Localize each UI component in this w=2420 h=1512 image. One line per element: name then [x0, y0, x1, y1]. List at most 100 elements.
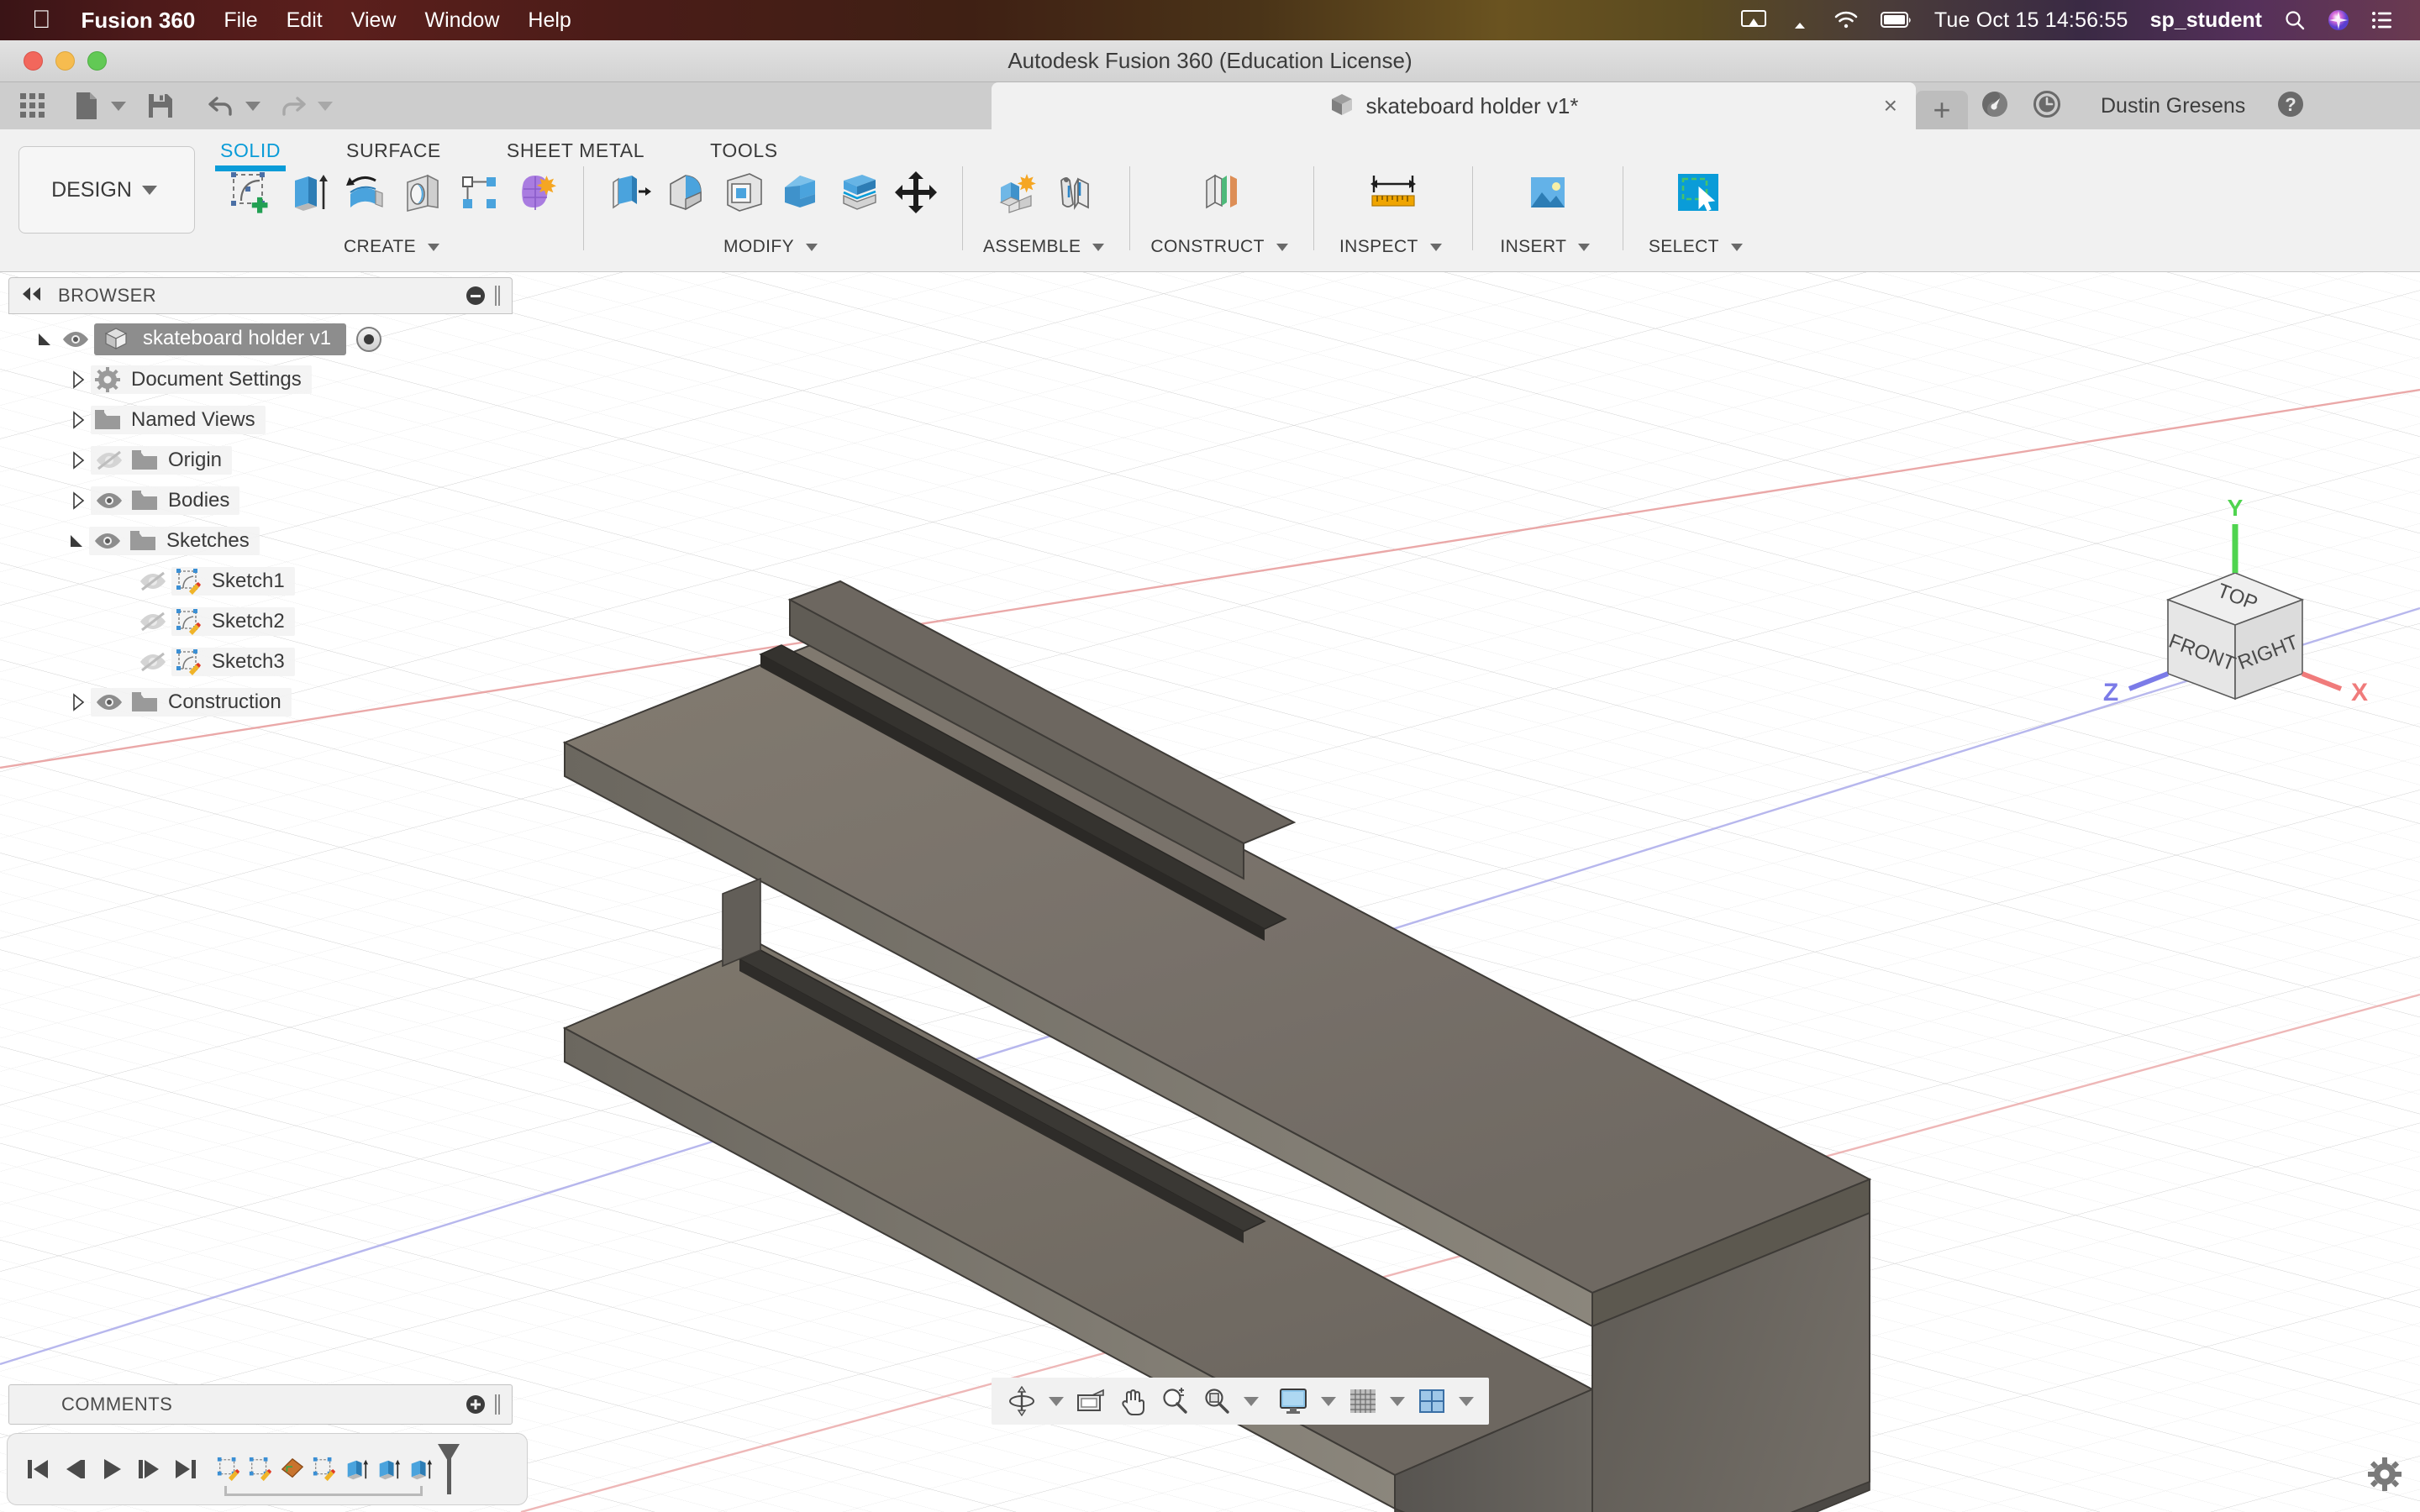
fillet-icon[interactable]: [661, 166, 713, 218]
joint-icon[interactable]: [1049, 166, 1101, 218]
activate-component-radio[interactable]: [356, 327, 382, 352]
battery-icon[interactable]: [1880, 11, 1912, 29]
ribbon-group-label-construct[interactable]: CONSTRUCT: [1150, 237, 1292, 257]
fit-dropdown-icon[interactable]: [1244, 1396, 1259, 1406]
timeline-extrude-icon[interactable]: [372, 1451, 404, 1488]
visibility-toggle-icon[interactable]: [57, 330, 94, 349]
split-face-icon[interactable]: [833, 166, 885, 218]
timeline-plane-icon[interactable]: [276, 1451, 308, 1488]
ribbon-group-label-assemble[interactable]: ASSEMBLE: [983, 237, 1109, 257]
measure-icon[interactable]: [1367, 166, 1419, 218]
timeline-extrude-icon[interactable]: [340, 1451, 372, 1488]
redo-icon[interactable]: [274, 89, 313, 123]
viewports-icon[interactable]: [1412, 1381, 1452, 1421]
search-icon[interactable]: [2284, 9, 2306, 31]
ribbon-group-label-modify[interactable]: MODIFY: [723, 237, 823, 257]
expander-expanded-icon[interactable]: [64, 533, 89, 549]
document-tab[interactable]: skateboard holder v1* ×: [992, 82, 1916, 129]
tab-surface[interactable]: SURFACE: [346, 133, 441, 162]
visibility-toggle-icon[interactable]: [91, 693, 128, 711]
move-copy-icon[interactable]: [890, 166, 942, 218]
tree-node-origin[interactable]: Origin: [8, 440, 513, 480]
tree-node-skateboard-holder[interactable]: skateboard holder v1: [8, 319, 513, 360]
expander-collapsed-icon[interactable]: [66, 451, 91, 470]
collapse-left-icon[interactable]: [21, 286, 43, 306]
display-settings-icon[interactable]: [1274, 1381, 1314, 1421]
visibility-toggle-icon[interactable]: [91, 491, 128, 510]
grid-snap-dropdown-icon[interactable]: [1390, 1396, 1405, 1406]
visibility-toggle-icon[interactable]: [91, 450, 128, 470]
fit-icon[interactable]: [1197, 1381, 1237, 1421]
timeline-sketch-icon[interactable]: [245, 1451, 276, 1488]
expander-collapsed-icon[interactable]: [66, 370, 91, 389]
ribbon-group-label-create[interactable]: CREATE: [344, 237, 445, 257]
menubar-user[interactable]: sp_student: [2150, 8, 2262, 33]
skip-start-icon[interactable]: [19, 1451, 56, 1488]
ribbon-group-label-insert[interactable]: INSERT: [1500, 237, 1595, 257]
job-status-icon[interactable]: [1980, 89, 2010, 123]
look-at-icon[interactable]: [1071, 1381, 1111, 1421]
tree-node-construction[interactable]: Construction: [8, 682, 513, 722]
panel-resize-grip[interactable]: [495, 1394, 500, 1415]
tree-node-named-views[interactable]: Named Views: [8, 400, 513, 440]
menu-app-name[interactable]: Fusion 360: [82, 8, 196, 34]
shell-icon[interactable]: [718, 166, 771, 218]
undo-icon[interactable]: [202, 89, 240, 123]
hole-icon[interactable]: [397, 166, 449, 218]
save-icon[interactable]: [141, 89, 180, 123]
add-comment-icon[interactable]: [466, 1395, 485, 1414]
airplay-icon[interactable]: [1788, 10, 1812, 30]
menu-file[interactable]: File: [224, 8, 257, 33]
app-grid-icon[interactable]: [13, 89, 52, 123]
grid-snap-icon[interactable]: [1343, 1381, 1383, 1421]
menu-help[interactable]: Help: [528, 8, 571, 33]
timeline-sketch-icon[interactable]: [308, 1451, 340, 1488]
settings-gear-icon[interactable]: [2368, 1457, 2402, 1495]
extrude-icon[interactable]: [282, 166, 334, 218]
timeline-extrude-icon[interactable]: [404, 1451, 436, 1488]
zoom-icon[interactable]: [1155, 1381, 1195, 1421]
help-icon[interactable]: ?: [2275, 89, 2306, 123]
tree-node-sketch2[interactable]: Sketch2: [8, 601, 513, 642]
panel-resize-grip[interactable]: [495, 286, 500, 306]
visibility-toggle-icon[interactable]: [134, 612, 171, 632]
new-tab-button[interactable]: +: [1916, 91, 1968, 129]
recent-icon[interactable]: [2032, 89, 2062, 123]
close-tab-icon[interactable]: ×: [1884, 92, 1897, 119]
visibility-toggle-icon[interactable]: [134, 652, 171, 672]
pan-icon[interactable]: [1113, 1381, 1153, 1421]
expander-expanded-icon[interactable]: [32, 331, 57, 348]
create-form-icon[interactable]: [511, 166, 563, 218]
skip-end-icon[interactable]: [167, 1451, 204, 1488]
revolve-icon[interactable]: [339, 166, 392, 218]
visibility-toggle-icon[interactable]: [134, 571, 171, 591]
insert-image-icon[interactable]: [1522, 166, 1574, 218]
wifi-icon[interactable]: [1833, 10, 1859, 30]
ribbon-group-label-inspect[interactable]: INSPECT: [1339, 237, 1447, 257]
create-sketch-icon[interactable]: [225, 166, 277, 218]
viewports-dropdown-icon[interactable]: [1459, 1396, 1474, 1406]
timeline-marker[interactable]: [438, 1444, 460, 1494]
step-back-icon[interactable]: [56, 1451, 93, 1488]
screen-mirroring-icon[interactable]: [1740, 10, 1766, 30]
new-component-icon[interactable]: [992, 166, 1044, 218]
select-tool-icon[interactable]: [1672, 166, 1724, 218]
redo-dropdown-icon[interactable]: [318, 101, 333, 111]
pattern-icon[interactable]: [454, 166, 506, 218]
tab-tools[interactable]: TOOLS: [710, 133, 778, 162]
menu-window[interactable]: Window: [424, 8, 499, 33]
combine-icon[interactable]: [776, 166, 828, 218]
siri-icon[interactable]: [2328, 9, 2349, 31]
ribbon-group-label-select[interactable]: SELECT: [1649, 237, 1748, 257]
tree-node-sketches[interactable]: Sketches: [8, 521, 513, 561]
play-icon[interactable]: [93, 1451, 130, 1488]
tree-node-bodies[interactable]: Bodies: [8, 480, 513, 521]
timeline-sketch-icon[interactable]: [213, 1451, 245, 1488]
expander-collapsed-icon[interactable]: [66, 411, 91, 429]
tree-node-document-settings[interactable]: Document Settings: [8, 360, 513, 400]
menu-edit[interactable]: Edit: [287, 8, 323, 33]
orbit-dropdown-icon[interactable]: [1049, 1396, 1064, 1406]
control-center-icon[interactable]: [2371, 11, 2393, 29]
tree-node-selection[interactable]: skateboard holder v1: [94, 323, 347, 355]
menu-view[interactable]: View: [351, 8, 397, 33]
